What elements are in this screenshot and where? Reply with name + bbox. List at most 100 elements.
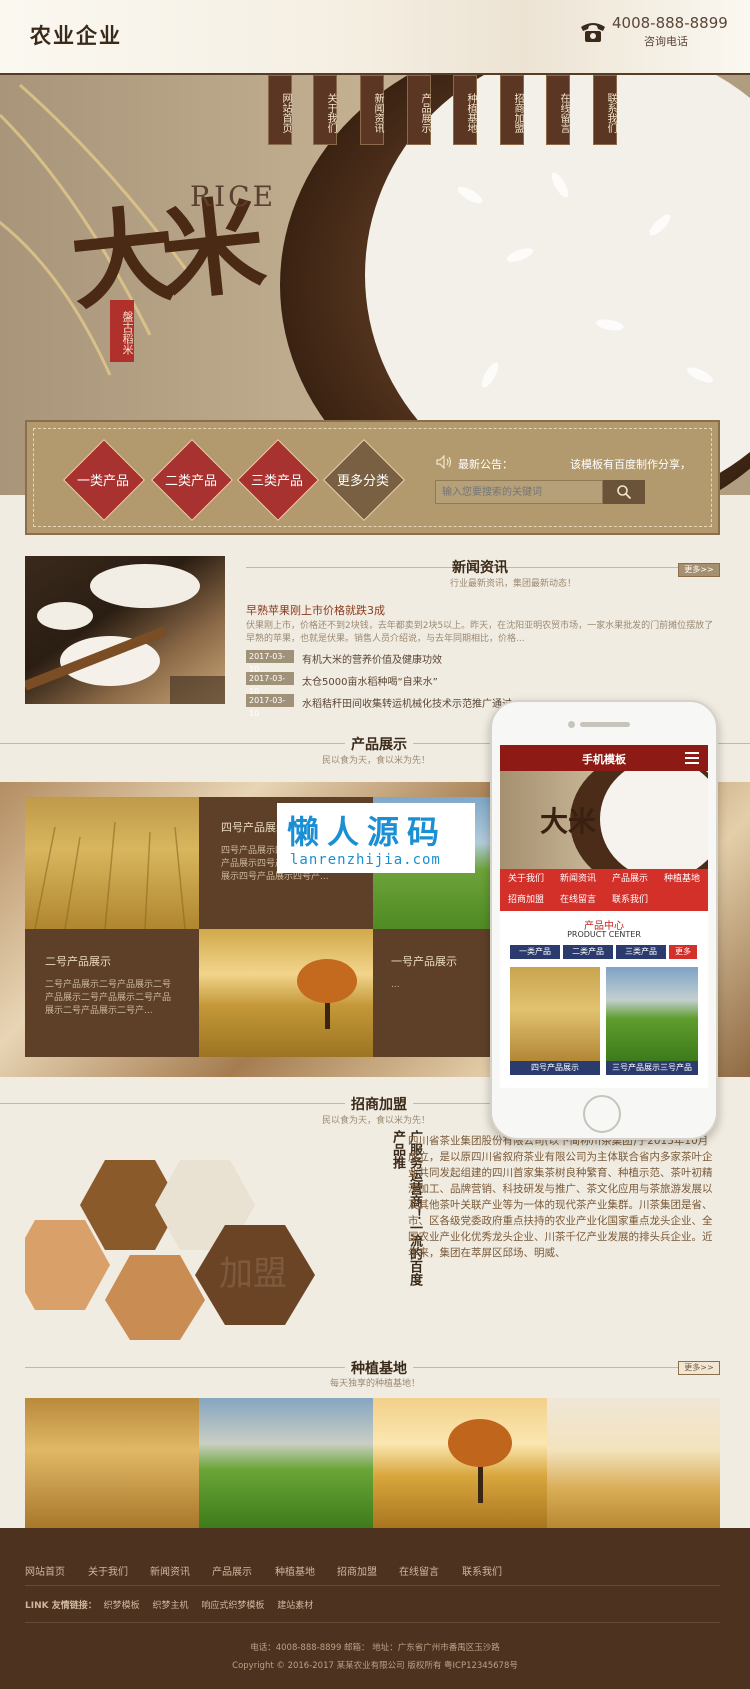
news-date: 2017-03-10 (246, 650, 294, 674)
phone-caption: 咨询电话 (644, 35, 688, 48)
news-title: 有机大米的营养价值及健康功效 (302, 655, 442, 666)
news-headline[interactable]: 早熟苹果刚上市价格就跌3成 (246, 602, 385, 618)
footer-link-base[interactable]: 种植基地 (275, 1563, 315, 1578)
mobile-product-caption: 四号产品展示 (510, 1061, 600, 1075)
nav-item-contact[interactable]: 联系我们 (593, 75, 617, 145)
hamburger-menu-icon[interactable] (685, 752, 699, 764)
friend-link[interactable]: 响应式织梦模板 (201, 1601, 264, 1611)
mobile-banner: 大米 (500, 751, 708, 891)
news-list-item[interactable]: 2017-03-10 太仓5000亩水稻种喝“自来水” (246, 672, 716, 696)
telephone-icon (581, 23, 605, 42)
news-section-subtitle: 行业最新资讯，集团最新动态！ (450, 579, 577, 589)
footer-link-news[interactable]: 新闻资讯 (150, 1563, 190, 1578)
category-button-3[interactable]: 三类产品 (238, 440, 316, 518)
news-summary: 伏果刚上市，价格还不到2块钱，去年都卖到2块5以上。昨天，在沈阳亚明农贸市场，一… (246, 621, 714, 644)
friend-link[interactable]: 建站素材 (277, 1601, 313, 1611)
base-photo-grain[interactable] (547, 1398, 720, 1528)
watermark-url: lanrenzhijia.com (290, 852, 441, 868)
base-section-subtitle: 每天独享的种植基地！ (330, 1379, 421, 1389)
footer-link-home[interactable]: 网站首页 (25, 1563, 65, 1578)
notice-marquee[interactable]: 该模板有百度制作分享，友 (570, 456, 688, 472)
nav-item-message[interactable]: 在线留言 (546, 75, 570, 145)
mobile-category-more[interactable]: 更多 (669, 945, 697, 959)
products-section-subtitle: 民以食为天，食以米为先！ (322, 756, 431, 766)
footer-link-message[interactable]: 在线留言 (399, 1563, 439, 1578)
news-feature-image[interactable] (25, 556, 225, 704)
footer-link-join[interactable]: 招商加盟 (337, 1563, 377, 1578)
category-label: 更多分类 (336, 473, 389, 489)
category-button-more[interactable]: 更多分类 (324, 440, 402, 518)
search-button[interactable] (603, 480, 645, 504)
mobile-nav-item[interactable]: 新闻资讯 (552, 869, 604, 890)
nav-item-about[interactable]: 关于我们 (313, 75, 337, 145)
footer-link-contact[interactable]: 联系我们 (462, 1563, 502, 1578)
mobile-nav-item[interactable]: 关于我们 (500, 869, 552, 890)
svg-text:大米: 大米 (540, 805, 596, 838)
product-title: 二号产品展示 (45, 955, 111, 968)
footer-link-about[interactable]: 关于我们 (88, 1563, 128, 1578)
news-date: 2017-03-10 (246, 672, 294, 696)
product-description: 二号产品展示二号产品展示二号产品展示二号产品展示二号产品展示二号产品展示二号产.… (45, 980, 172, 1016)
phone-home-button (583, 1095, 621, 1133)
footer-copyright: Copyright © 2016-2017 某某农业有限公司 版权所有 粤ICP… (232, 1661, 518, 1671)
product-description: ... (391, 980, 400, 990)
products-section-title: 产品展示 (345, 734, 413, 754)
phone-camera (568, 721, 575, 728)
category-button-1[interactable]: 一类产品 (64, 440, 142, 518)
site-logo[interactable]: 农业企业 (30, 20, 122, 50)
base-photo-field[interactable] (199, 1398, 373, 1528)
nav-item-base[interactable]: 种植基地 (453, 75, 477, 145)
hero-seal-stamp: 盤古稻米 (110, 300, 134, 362)
nav-item-news[interactable]: 新闻资讯 (360, 75, 384, 145)
base-photo-wheat[interactable] (25, 1398, 199, 1528)
product-card-1[interactable]: 一号产品展示 ... (373, 929, 490, 1057)
join-section-subtitle: 民以食为天，食以米为先！ (322, 1116, 431, 1126)
mobile-nav: 关于我们 新闻资讯 产品展示 种植基地 招商加盟 在线留言 联系我们 (500, 869, 708, 911)
mobile-category-button[interactable]: 三类产品 (616, 945, 666, 959)
friend-link[interactable]: 织梦主机 (153, 1601, 189, 1611)
product-title: 一号产品展示 (391, 955, 457, 968)
notice-label: 最新公告： (458, 458, 513, 471)
friend-link[interactable]: 织梦模板 (104, 1601, 140, 1611)
mobile-section-subtitle: PRODUCT CENTER (567, 930, 641, 939)
join-hexagon-gallery: 加盟 (25, 1160, 315, 1340)
mobile-nav-item[interactable]: 产品展示 (604, 869, 656, 890)
news-list-item[interactable]: 2017-03-10 有机大米的营养价值及健康功效 (246, 650, 716, 674)
search-icon (617, 485, 632, 500)
nav-item-products[interactable]: 产品展示 (407, 75, 431, 145)
speaker-icon (436, 455, 452, 469)
watermark-cn: 懒人源码 (287, 813, 448, 851)
footer-divider (25, 1585, 720, 1586)
mobile-product-photo[interactable] (606, 967, 698, 1061)
svg-text:加盟: 加盟 (219, 1254, 287, 1294)
footer-divider (25, 1622, 720, 1623)
mobile-product-photo[interactable] (510, 967, 600, 1061)
mobile-category-button[interactable]: 一类产品 (510, 945, 560, 959)
mobile-product-caption: 三号产品展示三号产品 (606, 1061, 698, 1075)
news-title: 水稻秸秆田间收集转运机械化技术示范推广通过 (302, 699, 512, 710)
mobile-nav-item[interactable]: 种植基地 (656, 869, 708, 890)
mobile-nav-item[interactable]: 在线留言 (552, 890, 604, 911)
search-input[interactable] (435, 480, 603, 504)
mobile-nav-item[interactable]: 联系我们 (604, 890, 656, 911)
category-label: 三类产品 (250, 473, 303, 489)
product-photo-wheat[interactable] (25, 797, 199, 929)
product-photo-tree[interactable] (199, 929, 373, 1057)
friend-links-label: LINK 友情链接： (25, 1601, 97, 1611)
base-photo-tree[interactable] (373, 1398, 547, 1528)
news-date: 2017-03-10 (246, 694, 294, 718)
nav-item-join[interactable]: 招商加盟 (500, 75, 524, 145)
nav-item-home[interactable]: 网站首页 (268, 75, 292, 145)
footer-friend-links: LINK 友情链接： 织梦模板 织梦主机 响应式织梦模板 建站素材 (25, 1598, 313, 1611)
base-section-title: 种植基地 (345, 1358, 413, 1378)
mobile-category-button[interactable]: 二类产品 (563, 945, 613, 959)
base-more-button[interactable]: 更多>> (678, 1361, 720, 1375)
hero-rice-word: RICE (190, 180, 277, 213)
join-description: 四川省茶业集团股份有限公司(以下简称川茶集团)于2013年10月成立，是以原四川… (408, 1135, 713, 1259)
mobile-nav-item[interactable]: 招商加盟 (500, 890, 552, 911)
product-card-2[interactable]: 二号产品展示 二号产品展示二号产品展示二号产品展示二号产品展示二号产品展示二号产… (25, 929, 199, 1057)
news-title: 太仓5000亩水稻种喝“自来水” (302, 677, 438, 688)
category-button-2[interactable]: 二类产品 (152, 440, 230, 518)
footer-link-products[interactable]: 产品展示 (212, 1563, 252, 1578)
news-more-button[interactable]: 更多>> (678, 563, 720, 577)
